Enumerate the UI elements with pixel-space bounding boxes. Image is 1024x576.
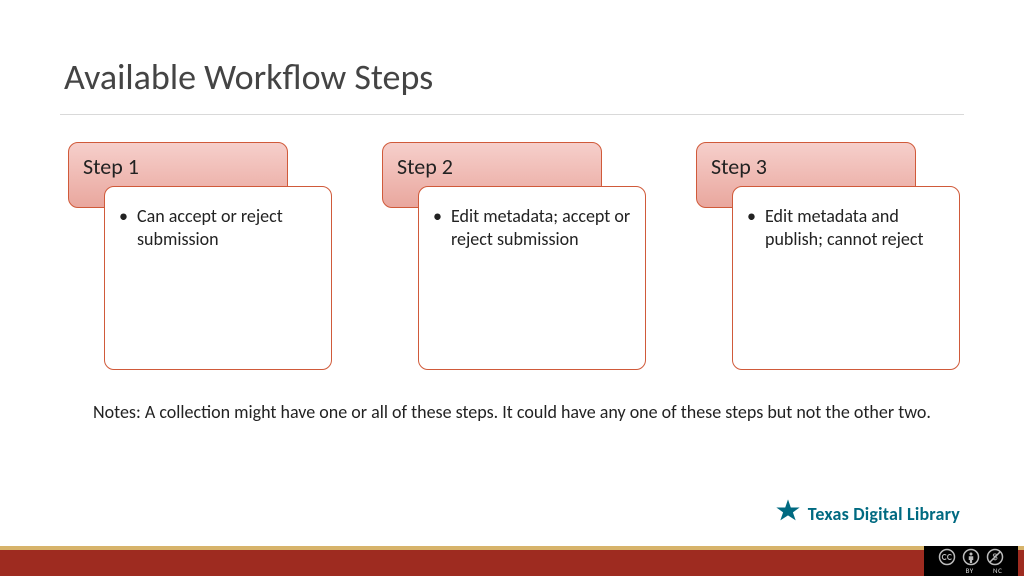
cc-by-label: BY xyxy=(966,566,974,575)
step-body: Edit metadata and publish; cannot reject xyxy=(732,186,960,370)
cc-nc-label: NC xyxy=(993,566,1002,575)
slide: Available Workflow Steps Step 1 Can acce… xyxy=(0,0,1024,576)
cc-icon xyxy=(938,548,956,566)
cc-labels: BY NC xyxy=(924,566,1018,575)
nc-icon: $ xyxy=(986,548,1004,566)
brand-text: Texas Digital Library xyxy=(808,503,960,525)
brand-logo: Texas Digital Library xyxy=(774,497,960,530)
notes-text: Notes: A collection might have one or al… xyxy=(60,400,964,424)
footer-band xyxy=(0,546,1024,576)
star-icon xyxy=(774,497,802,530)
step-body: Edit metadata; accept or reject submissi… xyxy=(418,186,646,370)
step-desc: Edit metadata; accept or reject submissi… xyxy=(447,205,631,250)
step-body: Can accept or reject submission xyxy=(104,186,332,370)
page-title: Available Workflow Steps xyxy=(64,55,433,99)
step-desc: Can accept or reject submission xyxy=(133,205,317,250)
steps-row: Step 1 Can accept or reject submission S… xyxy=(68,142,960,370)
step-desc: Edit metadata and publish; cannot reject xyxy=(761,205,945,250)
step-card-1: Step 1 Can accept or reject submission xyxy=(68,142,332,370)
title-divider xyxy=(60,114,964,115)
by-icon xyxy=(962,548,980,566)
step-card-3: Step 3 Edit metadata and publish; cannot… xyxy=(696,142,960,370)
step-card-2: Step 2 Edit metadata; accept or reject s… xyxy=(382,142,646,370)
